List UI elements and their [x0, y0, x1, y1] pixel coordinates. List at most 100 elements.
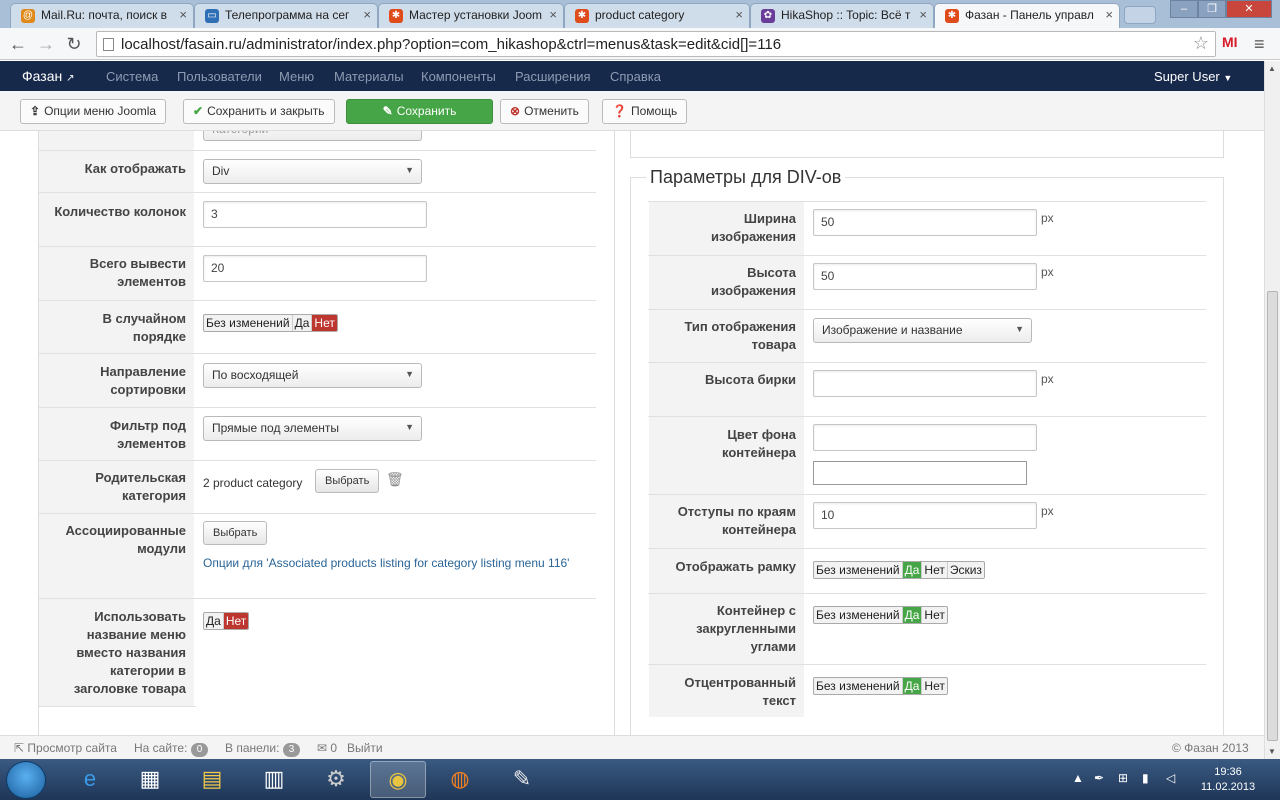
- restore-icon[interactable]: ❐: [1198, 0, 1226, 18]
- close-icon[interactable]: ×: [179, 7, 187, 22]
- nav-item-components[interactable]: Компоненты: [421, 69, 496, 84]
- close-icon[interactable]: ×: [549, 7, 557, 22]
- option-no-change[interactable]: Без изменений: [814, 607, 903, 623]
- option-no[interactable]: Нет: [922, 607, 946, 623]
- option-sketch[interactable]: Эскиз: [948, 562, 984, 578]
- option-yes[interactable]: Да: [293, 315, 313, 331]
- calculator-icon[interactable]: ▥: [246, 761, 302, 798]
- close-icon[interactable]: ×: [735, 7, 743, 22]
- browser-tab-1[interactable]: ▭ Телепрограмма на сег ×: [194, 3, 378, 28]
- nav-item-extensions[interactable]: Расширения: [515, 69, 591, 84]
- option-no-change[interactable]: Без изменений: [204, 315, 293, 331]
- url-input[interactable]: localhost/fasain.ru/administrator/index.…: [96, 31, 1216, 57]
- nav-item-content[interactable]: Материалы: [334, 69, 404, 84]
- browser-tab-3[interactable]: ✱ product category ×: [564, 3, 750, 28]
- browser-tab-5[interactable]: ✱ Фазан - Панель управл ×: [934, 3, 1120, 29]
- tray-signal-icon[interactable]: ▮: [1142, 771, 1149, 785]
- option-no-change[interactable]: Без изменений: [814, 562, 903, 578]
- chrome-icon[interactable]: ◉: [370, 761, 426, 798]
- select-parent-button[interactable]: Выбрать: [315, 469, 380, 493]
- paint-icon[interactable]: ✎: [494, 761, 550, 798]
- display-type-select[interactable]: Изображение и название ▼: [813, 318, 1032, 343]
- total-items-input[interactable]: 20: [203, 255, 427, 282]
- option-yes[interactable]: Да: [204, 613, 224, 629]
- folder-icon[interactable]: ▤: [184, 761, 240, 798]
- ie-icon[interactable]: e: [62, 761, 118, 798]
- help-button[interactable]: ❓ Помощь: [602, 99, 688, 124]
- close-icon[interactable]: ×: [363, 7, 371, 22]
- rounded-corners-toggle[interactable]: Без изменений Да Нет: [813, 606, 948, 624]
- trash-icon[interactable]: 🗑: [386, 471, 404, 488]
- page-scrollbar[interactable]: ▲ ▼: [1264, 61, 1280, 759]
- nav-item-users[interactable]: Пользователи: [177, 69, 262, 84]
- close-icon[interactable]: ×: [1105, 7, 1113, 22]
- windows-start-icon[interactable]: [6, 761, 46, 799]
- settings-gear-icon[interactable]: ⚙: [308, 761, 364, 798]
- option-no[interactable]: Нет: [922, 562, 948, 578]
- in-panel-count: В панели: 3: [225, 741, 301, 757]
- color-preview-box[interactable]: [813, 461, 1027, 485]
- random-order-toggle[interactable]: Без изменений Да Нет: [203, 314, 338, 332]
- back-arrow-icon[interactable]: ←: [6, 32, 30, 56]
- image-width-input[interactable]: 50: [813, 209, 1037, 236]
- logout-link[interactable]: Выйти: [347, 741, 383, 755]
- browser-tab-4[interactable]: ✿ HikaShop :: Topic: Всё т ×: [750, 3, 934, 28]
- save-and-close-button[interactable]: ✔ Сохранить и закрыть: [183, 99, 335, 124]
- joomla-menu-options-button[interactable]: ⇪ Опции меню Joomla: [20, 99, 167, 124]
- firefox-icon[interactable]: ◍: [432, 761, 488, 798]
- tray-expand-icon[interactable]: ▲: [1072, 771, 1084, 785]
- use-menu-name-toggle[interactable]: Да Нет: [203, 612, 250, 630]
- bookmark-star-icon[interactable]: ☆: [1193, 33, 1209, 54]
- nav-item-system[interactable]: Система: [106, 69, 158, 84]
- option-yes[interactable]: Да: [902, 678, 923, 694]
- media-icon[interactable]: ▦: [122, 761, 178, 798]
- scroll-down-icon[interactable]: ▼: [1268, 747, 1276, 756]
- close-icon[interactable]: ×: [919, 7, 927, 22]
- option-no[interactable]: Нет: [312, 315, 337, 331]
- centered-text-toggle[interactable]: Без изменений Да Нет: [813, 677, 948, 695]
- padding-input[interactable]: 10: [813, 502, 1037, 529]
- nav-item-menus[interactable]: Меню: [279, 69, 314, 84]
- nav-item-help[interactable]: Справка: [610, 69, 661, 84]
- scroll-up-icon[interactable]: ▲: [1268, 64, 1276, 73]
- sort-direction-select[interactable]: По восходящей ▼: [203, 363, 422, 388]
- browser-tab-2[interactable]: ✱ Мастер установки Joom ×: [378, 3, 564, 28]
- forward-arrow-icon[interactable]: →: [34, 32, 58, 56]
- parent-category-label: Родительская категория: [39, 461, 194, 513]
- close-window-icon[interactable]: ✕: [1226, 0, 1272, 18]
- external-view-icon: ⇱: [14, 741, 25, 755]
- browser-menu-icon[interactable]: ≡: [1254, 34, 1265, 55]
- user-menu[interactable]: Super User ▼: [1154, 69, 1232, 84]
- taskbar-clock[interactable]: 19:36 11.02.2013: [1196, 765, 1260, 795]
- scrollbar-thumb[interactable]: [1267, 291, 1278, 741]
- option-yes[interactable]: Да: [902, 607, 923, 623]
- new-tab-button[interactable]: [1124, 6, 1156, 24]
- minimize-icon[interactable]: –: [1170, 0, 1198, 18]
- brand-link[interactable]: Фазан ↗: [22, 68, 75, 84]
- option-no[interactable]: Нет: [223, 613, 249, 629]
- reload-icon[interactable]: ↻: [62, 32, 86, 56]
- show-border-toggle[interactable]: Без изменений Да Нет Эскиз: [813, 561, 985, 579]
- browser-tabstrip: @ Mail.Ru: почта, поиск в × ▭ Телепрогра…: [0, 0, 1280, 29]
- cancel-button[interactable]: ⊗ Отменить: [500, 99, 589, 124]
- category-type-select[interactable]: Категории: [203, 131, 422, 141]
- tag-height-input[interactable]: [813, 370, 1037, 397]
- display-mode-select[interactable]: Div ▼: [203, 159, 422, 184]
- module-options-link[interactable]: Опции для 'Associated products listing f…: [203, 554, 583, 572]
- option-no-change[interactable]: Без изменений: [814, 678, 903, 694]
- extension-mi-icon[interactable]: MI: [1222, 34, 1238, 50]
- bg-color-input[interactable]: [813, 424, 1037, 451]
- tray-network-icon[interactable]: ⊞: [1118, 771, 1128, 785]
- image-height-input[interactable]: 50: [813, 263, 1037, 290]
- option-no[interactable]: Нет: [922, 678, 946, 694]
- select-modules-button[interactable]: Выбрать: [203, 521, 268, 545]
- messages-count[interactable]: ✉ 0: [317, 741, 337, 755]
- filter-select[interactable]: Прямые под элементы ▼: [203, 416, 422, 441]
- save-button[interactable]: ✎ Сохранить: [346, 99, 493, 124]
- tray-volume-icon[interactable]: ◁: [1166, 771, 1175, 785]
- tray-pen-icon[interactable]: ✒: [1094, 771, 1104, 785]
- option-yes[interactable]: Да: [902, 562, 923, 578]
- columns-input[interactable]: 3: [203, 201, 427, 228]
- view-site-link[interactable]: ⇱ Просмотр сайта: [14, 741, 117, 755]
- browser-tab-0[interactable]: @ Mail.Ru: почта, поиск в ×: [10, 3, 194, 28]
